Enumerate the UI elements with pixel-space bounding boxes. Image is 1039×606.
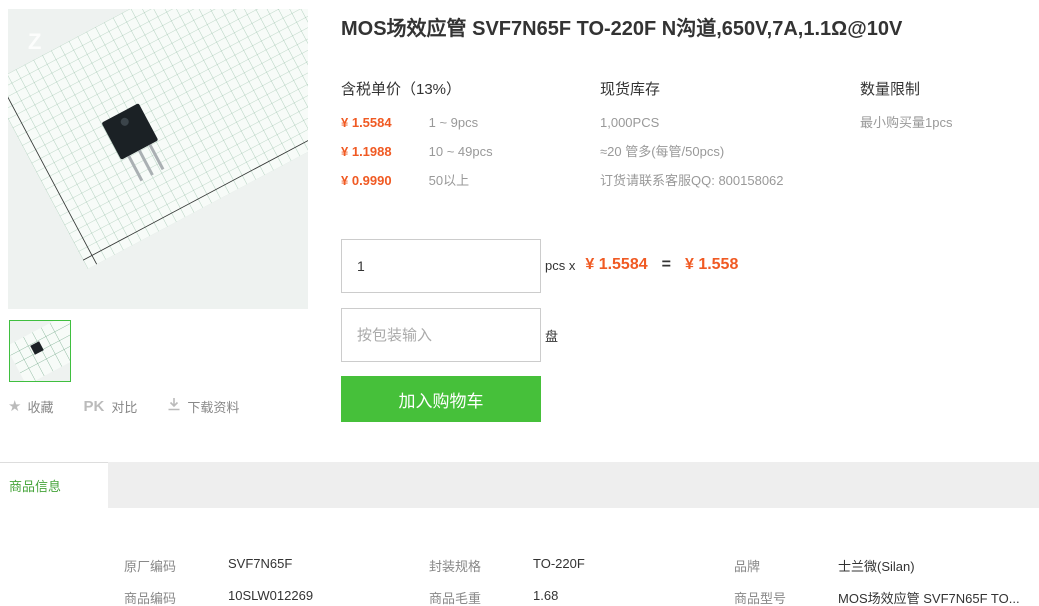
spec-value: 士兰微(Silan) <box>838 559 915 574</box>
spec-key: 品牌 <box>734 559 761 574</box>
tier-range: 50以上 <box>428 173 470 188</box>
spec-key: 商品编码 <box>124 591 177 606</box>
tab-bar: 商品信息 <box>0 462 1039 508</box>
download-label: 下载资料 <box>187 399 240 415</box>
total-price: ¥ 1.558 <box>684 256 739 273</box>
download-icon <box>167 397 181 415</box>
price-tier-row: ¥ 0.9990 50以上 <box>341 171 493 200</box>
spec-value: 10SLW012269 <box>228 588 314 603</box>
product-image[interactable]: Z <box>8 9 308 309</box>
download-button[interactable]: 下载资料 <box>167 397 239 416</box>
tier-price: ¥ 1.1988 <box>341 144 392 159</box>
product-title: MOS场效应管 SVF7N65F TO-220F N沟道,650V,7A,1.1… <box>341 18 903 40</box>
tier-range: 1 ~ 9pcs <box>428 115 479 130</box>
star-icon: ★ <box>8 398 22 415</box>
spec-key: 商品毛重 <box>429 591 482 606</box>
spec-row: 商品毛重 1.68 <box>429 588 585 606</box>
add-to-cart-button[interactable]: 加入购物车 <box>341 376 541 422</box>
stock-line: 订货请联系客服QQ: 800158062 <box>600 173 784 188</box>
spec-row: 品牌 士兰微(Silan) <box>734 556 1020 588</box>
tier-price: ¥ 1.5584 <box>341 115 392 130</box>
package-input[interactable] <box>341 308 541 362</box>
unit-price: ¥ 1.5584 <box>585 256 648 273</box>
favorite-button[interactable]: ★ 收藏 <box>8 397 53 416</box>
spec-key: 原厂编码 <box>124 559 177 574</box>
spec-row: 原厂编码 SVF7N65F <box>124 556 313 588</box>
spec-value: MOS场效应管 SVF7N65F TO... <box>838 591 1020 606</box>
tier-price: ¥ 0.9990 <box>341 173 392 188</box>
stock-line: ≈20 管多(每管/50pcs) <box>600 144 725 159</box>
quantity-limit: 数量限制 最小购买量1pcs <box>860 80 952 142</box>
spec-row: 封装规格 TO-220F <box>429 556 585 588</box>
thumbnail-image[interactable] <box>9 320 71 382</box>
tab-product-info[interactable]: 商品信息 <box>0 462 108 508</box>
stock-line: 1,000PCS <box>600 115 660 130</box>
compare-button[interactable]: PK 对比 <box>83 397 137 416</box>
limit-header: 数量限制 <box>860 81 921 98</box>
price-tiers: 含税单价（13%） ¥ 1.5584 1 ~ 9pcs ¥ 1.1988 10 … <box>341 80 493 200</box>
stock-info: 现货库存 1,000PCS ≈20 管多(每管/50pcs) 订货请联系客服QQ… <box>600 80 784 200</box>
spec-key: 封装规格 <box>429 559 482 574</box>
quantity-input[interactable] <box>341 239 541 293</box>
price-header: 含税单价（13%） <box>341 81 462 98</box>
price-calculation: pcs x ¥ 1.5584 = ¥ 1.558 <box>545 256 738 274</box>
tier-range: 10 ~ 49pcs <box>428 144 493 159</box>
compare-label: 对比 <box>111 399 138 415</box>
spec-row: 商品编码 10SLW012269 <box>124 588 313 606</box>
stock-header: 现货库存 <box>600 81 661 98</box>
spec-column: 原厂编码 SVF7N65F 商品编码 10SLW012269 <box>124 556 313 606</box>
spec-value: SVF7N65F <box>228 556 293 571</box>
equals-sign: = <box>661 256 671 273</box>
spec-value: TO-220F <box>533 556 585 571</box>
unit-label: pcs x <box>545 257 576 273</box>
spec-column: 品牌 士兰微(Silan) 商品型号 MOS场效应管 SVF7N65F TO..… <box>734 556 1020 606</box>
favorite-label: 收藏 <box>27 399 54 415</box>
price-tier-row: ¥ 1.1988 10 ~ 49pcs <box>341 142 493 171</box>
spec-value: 1.68 <box>533 588 559 603</box>
watermark-logo: Z <box>28 29 41 54</box>
limit-text: 最小购买量1pcs <box>860 115 953 130</box>
product-actions: ★ 收藏 PK 对比 下载资料 <box>8 396 269 416</box>
pk-icon: PK <box>83 397 105 415</box>
price-tier-row: ¥ 1.5584 1 ~ 9pcs <box>341 113 493 142</box>
spec-row: 商品型号 MOS场效应管 SVF7N65F TO... <box>734 588 1020 606</box>
spec-key: 商品型号 <box>734 591 787 606</box>
package-unit: 盘 <box>545 329 559 344</box>
spec-column: 封装规格 TO-220F 商品毛重 1.68 <box>429 556 585 606</box>
